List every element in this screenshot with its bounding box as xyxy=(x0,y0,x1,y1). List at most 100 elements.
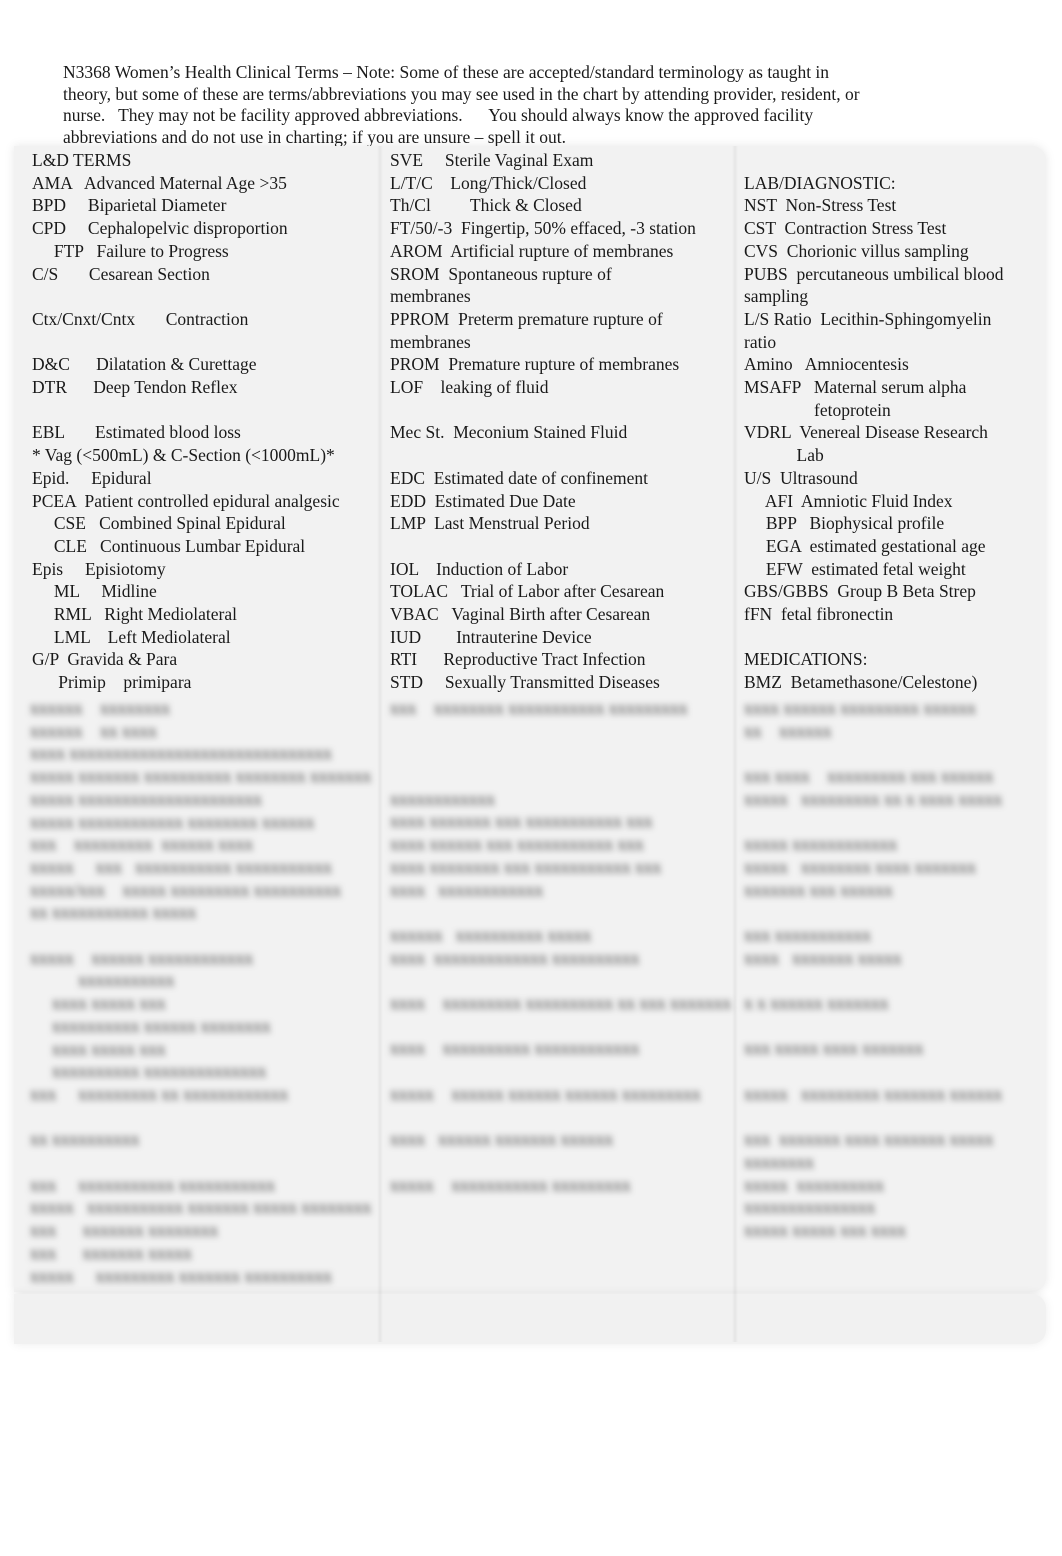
term-row: RTI Reproductive Tract Infection xyxy=(390,649,646,670)
term-row: BPP Biophysical profile xyxy=(744,513,945,534)
term-row: xxxxxxxxxx xxxxxxxxxxxxxx xyxy=(30,1061,267,1082)
term-row: AFI Amniotic Fluid Index xyxy=(744,490,953,511)
term-row: xxxx xxxxxxx xxx xxxxxxxxxxx xxx xyxy=(390,811,653,832)
term-row: xxxxx xxxxxx xxxxxx xxxxxx xxxxxxxxx xyxy=(390,1083,701,1104)
term-row: xxxxx xxxxxxxxxxxx xxxxxxxx xxxxxx xyxy=(30,811,315,832)
term-row: NST Non-Stress Test xyxy=(744,195,897,216)
term-row: C/S Cesarean Section xyxy=(32,263,210,284)
term-row: CPD Cephalopelvic disproportion xyxy=(32,218,288,239)
spacer-row xyxy=(390,765,731,788)
term-row: D&C Dilatation & Curettage xyxy=(32,354,257,375)
obscured-content: xxxxxx xxxxxxxx xxxxxx xx xxxx xxxx xxxxxx… xyxy=(20,697,1046,1292)
term-row: xxxxxxxxxx xxxxxx xxxxxxxx xyxy=(30,1015,271,1036)
term-row: * Vag (<500mL) & C-Section (<1000mL)* xyxy=(32,445,335,466)
term-row: Primip primipara xyxy=(32,672,192,693)
term-row: CSE Combined Spinal Epidural xyxy=(32,513,286,534)
spacer-row xyxy=(744,149,1044,172)
term-row: xxx xxxxxxxxxxx xyxy=(744,924,871,945)
term-row: xx xxxxxxxxxxx xxxxx xyxy=(30,902,197,923)
term-row: xxxxx xxxxxxxxxxx xxxxxxx xxxxx xxxxxxxx xyxy=(30,1197,372,1218)
term-row: xxxx xxxxxxxx xxx xxxxxxxxxxx xxx xyxy=(390,856,662,877)
spacer-row xyxy=(744,901,1002,924)
term-row: xxxxxxxx xyxy=(744,1151,814,1172)
term-row: xx xxxxxx xyxy=(744,720,832,741)
obscured-column-left: xxxxxx xxxxxxxx xxxxxx xx xxxx xxxx xxxxxx… xyxy=(30,697,371,1287)
term-row: xxxxx xxxxxxxxx xxxxxxx xxxxxx xyxy=(744,1083,1003,1104)
spacer-row xyxy=(390,535,730,558)
term-row: Epid. Epidural xyxy=(32,467,152,488)
term-row: sampling xyxy=(744,286,809,307)
term-row: xxxxx xxxxxxxxx xxxxxxx xxxxxxxxxx xyxy=(30,1265,332,1286)
term-row: xxxxx xxxxxxx xxxxxxxxxx xxxxxxxx xxxxxx… xyxy=(30,766,372,787)
term-row: DTR Deep Tendon Reflex xyxy=(32,377,238,397)
term-row: Amino Amniocentesis xyxy=(744,354,909,375)
term-row: EFW estimated fetal weight xyxy=(744,558,966,579)
term-row: EGA estimated gestational age xyxy=(744,535,986,556)
term-row: BPD Biparietal Diameter xyxy=(32,195,227,216)
term-row: PUBS percutaneous umbilical blood xyxy=(744,263,1004,284)
term-row: IUD Intrauterine Device xyxy=(390,626,592,647)
term-row: SVE Sterile Vaginal Exam xyxy=(390,150,594,170)
term-row: L/S Ratio Lecithin-Sphingomyelin xyxy=(744,308,992,329)
spacer-row xyxy=(390,1106,731,1129)
term-row: xxxxxxxxxxx xyxy=(30,970,175,991)
term-row: GBS/GBBS Group B Beta Strep xyxy=(744,581,976,602)
term-row: xxxxx xxxxxxxxxx xyxy=(744,1174,884,1195)
term-row: xxx xxxxxxx xxxx xxxxxxx xxxxx xyxy=(744,1129,994,1150)
term-row: TOLAC Trial of Labor after Cesarean xyxy=(390,581,665,602)
spacer-row xyxy=(390,444,730,467)
term-row: xxxxx xxx xxxxxxxxxxx xxxxxxxxxxx xyxy=(30,856,332,877)
term-row: CVS Chorionic villus sampling xyxy=(744,240,969,261)
term-row: LMP Last Menstrual Period xyxy=(390,513,590,534)
spacer-row xyxy=(744,1060,1002,1083)
term-row: xxxx xxxxxxxxx xxxxxxxxxx xx xxx xxxxxxx xyxy=(390,993,732,1014)
term-row: xxxx xxxxxx xxxxxxx xxxxxx xyxy=(390,1129,614,1150)
term-row: xxxxxxx xxx xxxxxx xyxy=(744,879,893,900)
intro-line: nurse. They may not be facility approved… xyxy=(63,105,814,126)
term-row: fetoprotein xyxy=(744,399,891,420)
column-ld-terms: L&D TERMS AMA Advanced Maternal Age >35 BP… xyxy=(32,149,377,694)
spacer-row xyxy=(32,331,377,354)
term-row: xxxxxx xx xxxx xyxy=(30,720,157,741)
spacer-row xyxy=(390,1015,731,1038)
spacer-row xyxy=(390,1060,731,1083)
term-row: G/P Gravida & Para xyxy=(32,649,178,670)
term-row: xxx xxxxxxxxx xxxxxx xxxx xyxy=(30,834,254,855)
spacer-row xyxy=(390,901,731,924)
term-row: xxxxxx xxxxxxxx xyxy=(30,698,170,718)
spacer-row xyxy=(744,626,1044,649)
term-row: xxxxxx xxxxxxxxxx xxxxx xyxy=(390,924,592,945)
term-row: xxx xxxxxxxxx xx xxxxxxxxxxxx xyxy=(30,1083,289,1104)
term-row: VDRL Venereal Disease Research xyxy=(744,422,988,443)
spacer-row xyxy=(744,742,1002,765)
term-row: MEDICATIONS: xyxy=(744,649,868,670)
term-row: LOF leaking of fluid xyxy=(390,377,549,398)
term-row: L/T/C Long/Thick/Closed xyxy=(390,172,587,193)
spacer-row xyxy=(744,1106,1002,1129)
term-row: xxxxxxxxxxxx xyxy=(390,788,495,809)
spacer-row xyxy=(744,969,1002,992)
term-row: IOL Induction of Labor xyxy=(390,558,569,579)
term-row: xxxxx xxxxxxxxx xx x xxxx xxxxx xyxy=(744,788,1003,809)
spacer-row xyxy=(30,1151,371,1174)
term-row: L&D TERMS xyxy=(32,150,132,170)
term-row: Lab xyxy=(744,445,824,466)
term-row: xxxxxxxxxxxxxxx xyxy=(744,1197,876,1218)
terms-table-footer-row xyxy=(14,1294,1046,1344)
spacer-row xyxy=(390,969,731,992)
obscured-column-middle: xxx xxxxxxxx xxxxxxxxxxx xxxxxxxxx xxxxxx… xyxy=(390,697,731,1196)
term-row: LML Left Mediolateral xyxy=(32,626,231,647)
term-row: Epis Episiotomy xyxy=(32,558,166,579)
term-row: xxxxx/xxx xxxxx xxxxxxxxx xxxxxxxxxx xyxy=(30,879,342,900)
term-row: xxx xxxxxxx xxxxx xyxy=(30,1242,192,1263)
term-row: STD Sexually Transmitted Diseases xyxy=(390,672,660,693)
term-row: EDD Estimated Due Date xyxy=(390,490,576,511)
term-row: LAB/DIAGNOSTIC: xyxy=(744,172,896,193)
spacer-row xyxy=(744,811,1002,834)
term-row: xxxx xxxxxx xxxxxxxxx xxxxxx xyxy=(744,698,976,718)
term-row: EDC Estimated date of confinement xyxy=(390,467,649,488)
term-row: FTP Failure to Progress xyxy=(32,240,229,261)
term-row: BMZ Betamethasone/Celestone) xyxy=(744,672,978,693)
term-row: xxx xxxxx xxxx xxxxxxx xyxy=(744,1038,924,1059)
term-row: ML Midline xyxy=(32,581,157,602)
